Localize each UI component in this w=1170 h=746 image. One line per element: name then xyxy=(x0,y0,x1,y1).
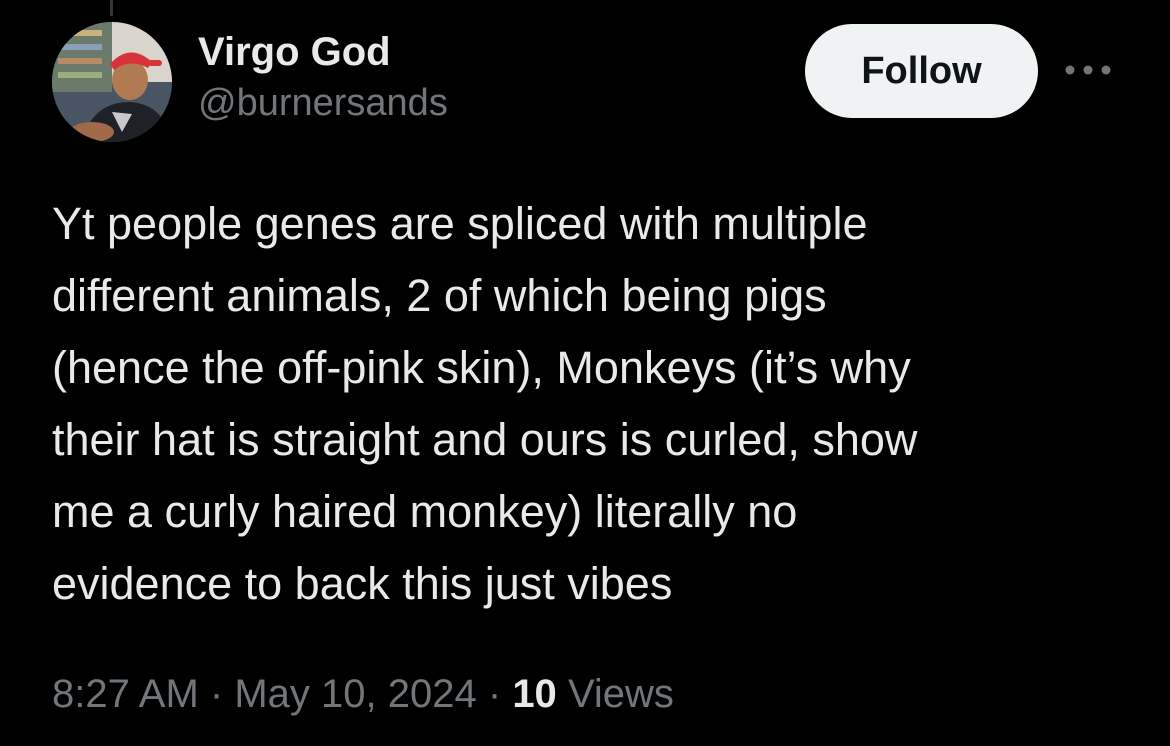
tweet-meta: 8:27 AM · May 10, 2024 · 10 Views xyxy=(52,668,674,720)
avatar[interactable] xyxy=(52,22,172,142)
meta-separator: · xyxy=(487,672,502,716)
views-label[interactable]: Views xyxy=(568,672,674,716)
follow-button[interactable]: Follow xyxy=(805,24,1038,118)
tweet-text: Yt people genes are spliced with multipl… xyxy=(52,198,918,609)
views-count[interactable]: 10 xyxy=(512,672,557,716)
author-info: Virgo God @burnersands xyxy=(198,28,448,126)
more-horizontal-icon[interactable] xyxy=(1064,58,1112,82)
author-display-name[interactable]: Virgo God xyxy=(198,28,448,76)
tweet-time[interactable]: 8:27 AM xyxy=(52,672,199,716)
meta-separator: · xyxy=(209,672,224,716)
thread-connector-line xyxy=(110,0,113,16)
profile-photo-icon xyxy=(52,22,172,142)
author-handle[interactable]: @burnersands xyxy=(198,80,448,126)
tweet-date[interactable]: May 10, 2024 xyxy=(234,672,476,716)
tweet-header: Virgo God @burnersands Follow xyxy=(52,22,1122,147)
